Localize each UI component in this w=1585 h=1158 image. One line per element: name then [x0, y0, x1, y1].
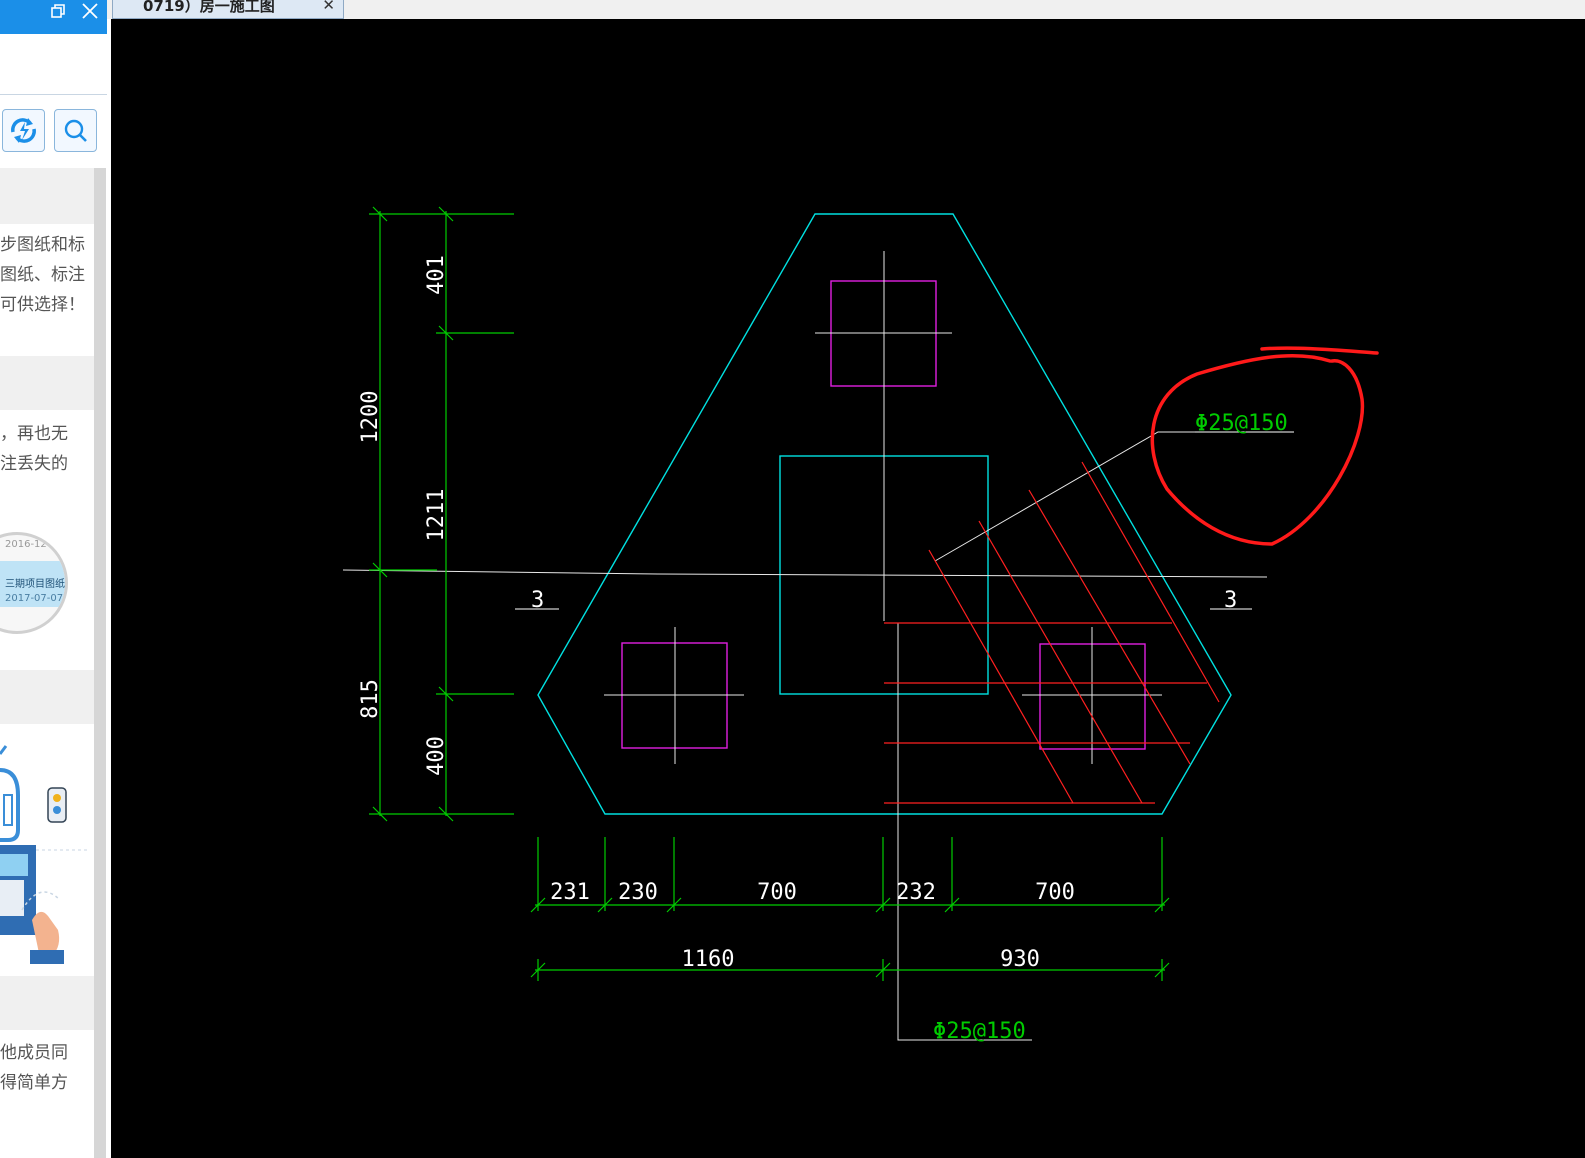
toolbar-divider [0, 94, 107, 95]
tip-line: ，再也无 [0, 424, 68, 444]
dim-label-vertical: 1211 [424, 489, 449, 542]
sync-icon [11, 118, 36, 143]
dim-label: 930 [1000, 947, 1040, 972]
section-gap [0, 976, 94, 1030]
cad-canvas[interactable]: 1200 815 401 1211 400 231 230 700 232 70… [107, 19, 1585, 1158]
tip-line: 图纸、标注 [0, 265, 85, 285]
side-panel: 步图纸和标 图纸、标注 可供选择！ ，再也无 注丢失的 2016-12 三期项目… [0, 0, 107, 1158]
search-button[interactable] [54, 109, 97, 152]
sync-button[interactable] [2, 109, 45, 152]
dim-label: 700 [757, 880, 797, 905]
dim-label: 232 [896, 880, 936, 905]
zoom-illustration: 2016-12 三期项目图纸 2017-07-07 [0, 532, 68, 634]
section-mark-right: 3 [1224, 588, 1237, 613]
close-icon[interactable] [76, 0, 104, 22]
panel-title-bar [0, 0, 107, 34]
close-icon[interactable]: ✕ [322, 0, 335, 13]
rebar-label-bottom: Φ25@150 [933, 1019, 1026, 1044]
tip-line: 得简单方 [0, 1073, 68, 1093]
section-gap [0, 168, 94, 224]
tab-title: 0719）房一施工图 [143, 0, 275, 15]
tip-line: 可供选择！ [0, 295, 85, 315]
card-date: 2017-07-07 [5, 593, 64, 604]
card-item-label: 三期项目图纸 [5, 579, 65, 590]
section-gap [0, 356, 94, 410]
dim-label: 231 [550, 880, 590, 905]
dim-label: 230 [618, 880, 658, 905]
dim-label: 700 [1035, 880, 1075, 905]
tab-drawing[interactable]: 0719）房一施工图 ✕ [112, 0, 344, 19]
sidebar-scrollbar[interactable] [94, 168, 106, 1158]
dim-label: 1160 [682, 947, 735, 972]
document-tab-strip: 0719）房一施工图 ✕ [107, 0, 1585, 20]
dim-label-vertical: 400 [424, 736, 449, 776]
tip-line: 注丢失的 [0, 454, 68, 474]
dim-label-vertical: 1200 [358, 391, 383, 444]
card-date: 2016-12 [5, 539, 47, 550]
cad-drawing: 1200 815 401 1211 400 231 230 700 232 70… [342, 206, 1379, 1044]
tip-line: 他成员同 [0, 1043, 68, 1063]
section-gap [0, 670, 94, 724]
rebar-label-top: Φ25@150 [1195, 411, 1288, 436]
dim-label-vertical: 815 [358, 679, 383, 719]
section-mark-left: 3 [531, 588, 544, 613]
canvas-left-border [107, 19, 111, 1158]
tip-line: 步图纸和标 [0, 235, 85, 255]
illustration-image [0, 745, 90, 964]
restore-icon[interactable] [44, 0, 72, 22]
annotation-circle [1150, 346, 1379, 546]
search-icon [64, 119, 87, 142]
dim-label-vertical: 401 [424, 255, 449, 295]
